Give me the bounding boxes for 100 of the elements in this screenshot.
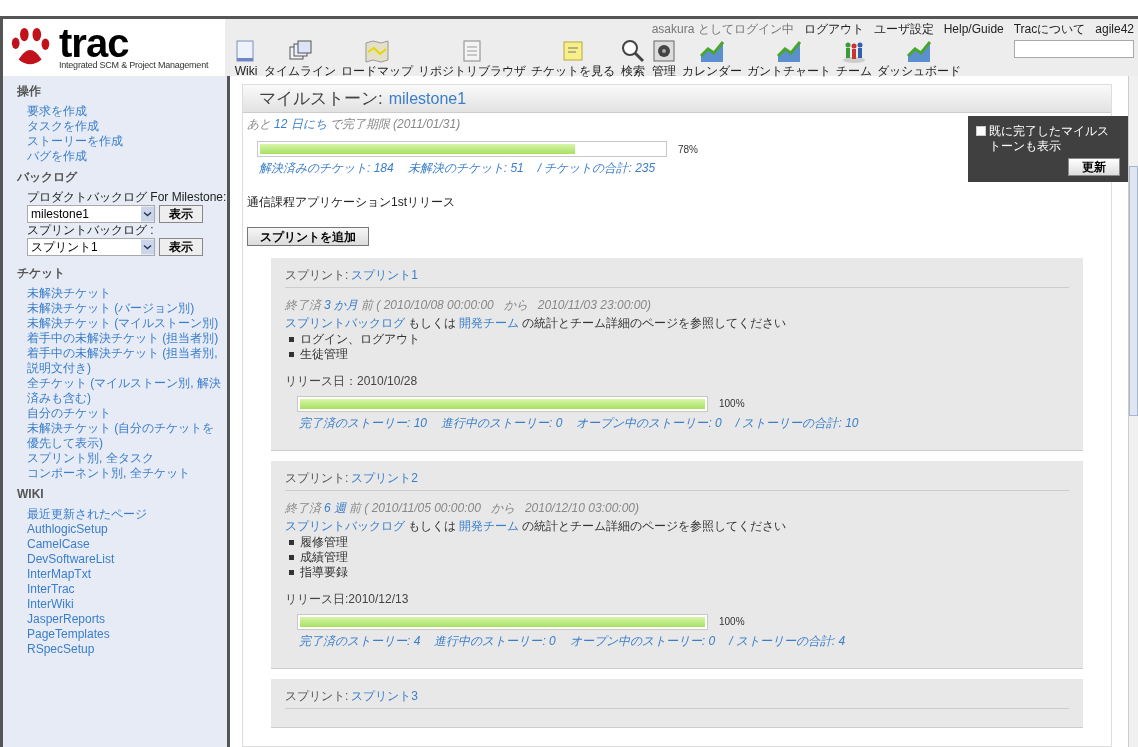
page-link[interactable]: 開発チーム bbox=[459, 516, 519, 535]
nav-item[interactable]: チーム bbox=[836, 38, 872, 78]
scrollbar-thumb[interactable] bbox=[1129, 166, 1138, 416]
sidebar-link[interactable]: バグを作成 bbox=[27, 149, 223, 164]
sidebar-link[interactable]: DevSoftwareList bbox=[27, 552, 223, 567]
sidebar-link[interactable]: 最近更新されたページ bbox=[27, 507, 223, 522]
sprint-item: ログイン、ログアウト bbox=[300, 331, 420, 347]
milestone-description: 通信課程アプリケーション1stリリース bbox=[246, 194, 456, 211]
sidebar-link[interactable]: InterWiki bbox=[27, 597, 223, 612]
page-link[interactable]: 開発チーム bbox=[459, 313, 519, 332]
nav-item[interactable]: タイムライン bbox=[264, 38, 336, 78]
link-text: もしくは bbox=[408, 314, 456, 332]
stat-link[interactable]: / ストーリーの合計: 4 bbox=[729, 631, 846, 650]
stat-link[interactable]: / チケットの合計: 235 bbox=[537, 159, 656, 177]
sidebar-link[interactable]: タスクを作成 bbox=[27, 119, 223, 134]
checkbox-label: 既に完了したマイルストーンも表示 bbox=[989, 124, 1110, 154]
sidebar-link[interactable]: 未解決チケット (マイルストーン別) bbox=[27, 316, 223, 331]
bullet-icon bbox=[289, 336, 294, 342]
due-date: で完了期限 (2011/01/31) bbox=[329, 116, 461, 133]
stat-link[interactable]: 進行中のストーリー: 0 bbox=[441, 413, 563, 432]
nav-item[interactable]: チケットを見る bbox=[531, 38, 615, 78]
scrollbar[interactable] bbox=[1128, 76, 1138, 747]
stat-link[interactable]: オープン中のストーリー: 0 bbox=[576, 413, 722, 432]
sidebar-link[interactable]: スプリント別, 全タスク bbox=[27, 451, 223, 466]
release-date: リリース日:2010/12/13 bbox=[285, 590, 410, 608]
sidebar-link[interactable]: 着手中の未解決チケット (担当者別, 説明文付き) bbox=[27, 346, 223, 376]
logo-wordmark: trac bbox=[59, 25, 130, 61]
sidebar-link[interactable]: 自分のチケット bbox=[27, 406, 223, 421]
nav-item[interactable]: ダッシュボード bbox=[877, 38, 961, 78]
due-text: あと bbox=[247, 116, 271, 133]
stat-link[interactable]: 解決済みのチケット: 184 bbox=[259, 159, 394, 177]
sidebar-link[interactable]: AuthlogicSetup bbox=[27, 522, 223, 537]
milestone-label: マイルストーン: bbox=[259, 87, 383, 110]
sprint-label: スプリント: bbox=[285, 266, 349, 284]
sidebar-link[interactable]: 未解決チケット bbox=[27, 286, 223, 301]
sidebar-link[interactable]: InterMapTxt bbox=[27, 567, 223, 582]
dropdown[interactable]: milestone1 bbox=[27, 205, 155, 223]
sidebar-link[interactable]: 着手中の未解決チケット (担当者別) bbox=[27, 331, 223, 346]
link-text: の統計とチーム詳細のページを参照してください bbox=[522, 314, 786, 332]
stat-link[interactable]: 完了済のストーリー: 10 bbox=[299, 413, 428, 432]
stat-link[interactable]: 完了済のストーリー: 4 bbox=[299, 631, 421, 650]
page-link[interactable]: スプリントバックログ bbox=[285, 313, 405, 332]
release-date: リリース日：2010/10/28 bbox=[285, 372, 419, 390]
add-sprint-button[interactable]: スプリントを追加 bbox=[247, 227, 369, 246]
link-text: の統計とチーム詳細のページを参照してください bbox=[522, 517, 786, 535]
date-range: 前 ( 2010/10/08 00:00:00 から 2010/11/03 23:00:00) bbox=[361, 296, 651, 314]
select-label: スプリントバックログ : bbox=[27, 223, 155, 238]
sidebar-link[interactable]: JasperReports bbox=[27, 612, 223, 627]
nav-item[interactable]: Wiki bbox=[233, 38, 259, 78]
meta-link[interactable]: agile42 bbox=[1095, 20, 1134, 38]
bullet-icon bbox=[289, 351, 294, 357]
nav-item[interactable]: 管理 bbox=[651, 38, 677, 78]
nav-item[interactable]: ロードマップ bbox=[341, 38, 413, 78]
search-field[interactable] bbox=[1014, 40, 1134, 58]
sidebar-link[interactable]: CamelCase bbox=[27, 537, 223, 552]
due-link[interactable]: 12 日にち bbox=[274, 115, 327, 133]
sprint-item: 履修管理 bbox=[300, 534, 348, 550]
meta-link[interactable]: ログアウト bbox=[803, 20, 864, 38]
sprint-item: 生徒管理 bbox=[300, 346, 348, 362]
sprint-link[interactable]: スプリント3 bbox=[351, 686, 419, 705]
milestone-link[interactable]: milestone1 bbox=[388, 86, 467, 111]
sprint-label: スプリント: bbox=[285, 469, 349, 487]
checkbox[interactable] bbox=[976, 126, 986, 136]
stat-link[interactable]: 未解決のチケット: 51 bbox=[407, 159, 524, 177]
section-heading: WIKI bbox=[17, 486, 45, 503]
meta-link[interactable]: ユーザ設定 bbox=[873, 20, 934, 38]
nav-item[interactable]: リポジトリブラウザ bbox=[418, 38, 526, 78]
sidebar-link[interactable]: コンポーネント別, 全チケット bbox=[27, 466, 223, 481]
chart-icon bbox=[906, 38, 932, 64]
sidebar-link[interactable]: 未解決チケット (自分のチケットを優先して表示) bbox=[27, 421, 223, 451]
section-heading: バックログ bbox=[17, 169, 79, 186]
stat-link[interactable]: / ストーリーの合計: 10 bbox=[735, 413, 859, 432]
sprint-link[interactable]: スプリント1 bbox=[351, 265, 419, 284]
page-link[interactable]: スプリントバックログ bbox=[285, 516, 405, 535]
sidebar-link[interactable]: InterTrac bbox=[27, 582, 223, 597]
sidebar-link[interactable]: ストーリーを作成 bbox=[27, 134, 223, 149]
chart-icon bbox=[699, 38, 725, 64]
sidebar-link[interactable]: RSpecSetup bbox=[27, 642, 223, 657]
show-button[interactable]: 表示 bbox=[159, 238, 203, 256]
sidebar-link[interactable]: 全チケット (マイルストーン別, 解決済みも含む) bbox=[27, 376, 223, 406]
dropdown[interactable]: スプリント1 bbox=[27, 238, 155, 256]
search-icon bbox=[620, 38, 646, 64]
stat-link[interactable]: 進行中のストーリー: 0 bbox=[434, 631, 556, 650]
stat-link[interactable]: オープン中のストーリー: 0 bbox=[569, 631, 716, 650]
sidebar-link[interactable]: 要求を作成 bbox=[27, 104, 223, 119]
status-link[interactable]: 6 週 bbox=[324, 498, 346, 517]
update-button[interactable]: 更新 bbox=[1068, 158, 1120, 176]
show-button[interactable]: 表示 bbox=[159, 205, 203, 223]
sprint-link[interactable]: スプリント2 bbox=[351, 468, 419, 487]
meta-link[interactable]: Help/Guide bbox=[943, 20, 1004, 38]
nav-item[interactable]: 検索 bbox=[620, 38, 646, 78]
status-link[interactable]: 3 か月 bbox=[324, 295, 358, 314]
sidebar-link[interactable]: PageTemplates bbox=[27, 627, 223, 642]
sticky-note-icon bbox=[560, 38, 586, 64]
date-range: 前 ( 2010/11/05 00:00:00 から 2010/12/10 03:00:00) bbox=[349, 499, 639, 517]
meta-link[interactable]: Tracについて bbox=[1013, 20, 1086, 38]
sidebar-link[interactable]: 未解決チケット (バージョン別) bbox=[27, 301, 223, 316]
status-text: 終了済 bbox=[285, 499, 321, 517]
nav-item[interactable]: ガントチャート bbox=[747, 38, 831, 78]
nav-item[interactable]: カレンダー bbox=[682, 38, 742, 78]
